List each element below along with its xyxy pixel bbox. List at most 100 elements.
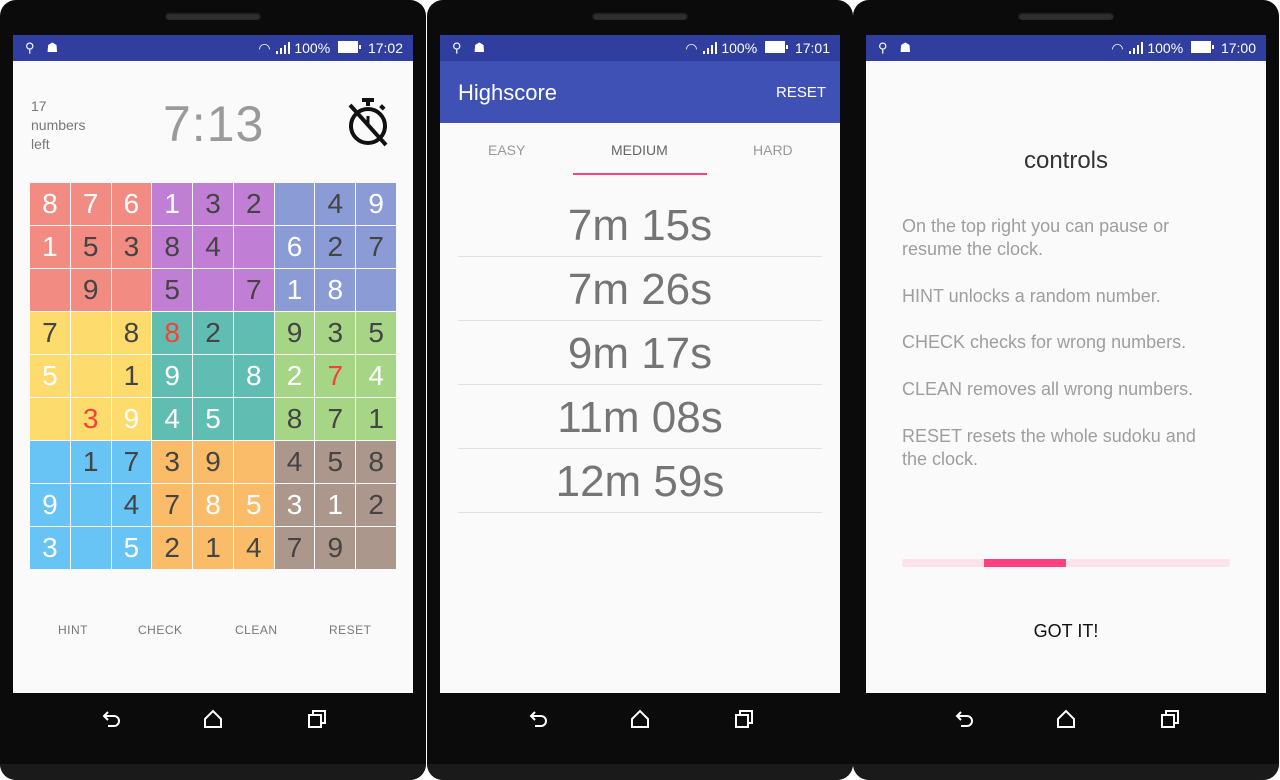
sudoku-cell[interactable]: 7 — [233, 269, 274, 311]
sudoku-cell[interactable] — [233, 398, 274, 440]
sudoku-cell[interactable]: 9 — [356, 183, 396, 225]
sudoku-cell[interactable]: 5 — [315, 441, 356, 483]
sudoku-cell[interactable] — [233, 226, 274, 268]
home-icon[interactable] — [1054, 707, 1078, 731]
sudoku-cell[interactable]: 9 — [30, 484, 70, 526]
sudoku-cell[interactable]: 1 — [193, 527, 233, 569]
sudoku-cell[interactable]: 2 — [274, 355, 315, 397]
sudoku-cell[interactable]: 9 — [70, 269, 111, 311]
sudoku-cell[interactable] — [30, 269, 70, 311]
sudoku-cell[interactable] — [30, 398, 70, 440]
sudoku-cell[interactable]: 6 — [274, 226, 315, 268]
back-icon[interactable] — [526, 707, 550, 731]
hint-button[interactable]: HINT — [58, 623, 88, 637]
sudoku-cell[interactable]: 1 — [111, 355, 152, 397]
sudoku-cell[interactable]: 8 — [274, 398, 315, 440]
sudoku-cell[interactable]: 2 — [233, 183, 274, 225]
sudoku-cell[interactable]: 8 — [193, 484, 233, 526]
tab-easy[interactable]: EASY — [488, 142, 525, 158]
sudoku-cell[interactable]: 8 — [152, 312, 193, 354]
got-it-button[interactable]: GOT IT! — [866, 621, 1266, 642]
sudoku-cell[interactable]: 5 — [233, 484, 274, 526]
sudoku-cell[interactable]: 7 — [274, 527, 315, 569]
back-icon[interactable] — [99, 707, 123, 731]
sudoku-cell[interactable] — [30, 441, 70, 483]
sudoku-cell[interactable]: 9 — [193, 441, 233, 483]
sudoku-cell[interactable]: 1 — [30, 226, 70, 268]
sudoku-cell[interactable]: 3 — [152, 441, 193, 483]
sudoku-cell[interactable]: 2 — [193, 312, 233, 354]
sudoku-cell[interactable] — [70, 312, 111, 354]
sudoku-cell[interactable]: 1 — [315, 484, 356, 526]
sudoku-cell[interactable]: 7 — [30, 312, 70, 354]
recents-icon[interactable] — [1158, 707, 1182, 731]
sudoku-cell[interactable]: 2 — [356, 484, 396, 526]
sudoku-cell[interactable]: 2 — [315, 226, 356, 268]
sudoku-cell[interactable]: 5 — [30, 355, 70, 397]
sudoku-cell[interactable]: 7 — [152, 484, 193, 526]
sudoku-cell[interactable]: 5 — [70, 226, 111, 268]
sudoku-cell[interactable]: 4 — [193, 226, 233, 268]
sudoku-cell[interactable]: 8 — [356, 441, 396, 483]
sudoku-cell[interactable]: 9 — [111, 398, 152, 440]
sudoku-cell[interactable]: 7 — [315, 355, 356, 397]
sudoku-cell[interactable] — [274, 183, 315, 225]
sudoku-cell[interactable]: 8 — [111, 312, 152, 354]
sudoku-cell[interactable]: 9 — [152, 355, 193, 397]
sudoku-cell[interactable]: 7 — [356, 226, 396, 268]
sudoku-cell[interactable]: 4 — [274, 441, 315, 483]
sudoku-cell[interactable]: 4 — [111, 484, 152, 526]
sudoku-cell[interactable] — [193, 355, 233, 397]
sudoku-cell[interactable] — [111, 269, 152, 311]
sudoku-cell[interactable]: 7 — [111, 441, 152, 483]
sudoku-cell[interactable] — [70, 355, 111, 397]
sudoku-cell[interactable]: 4 — [356, 355, 396, 397]
sudoku-cell[interactable]: 4 — [315, 183, 356, 225]
sudoku-cell[interactable]: 2 — [152, 527, 193, 569]
sudoku-cell[interactable]: 1 — [274, 269, 315, 311]
sudoku-cell[interactable] — [356, 527, 396, 569]
sudoku-cell[interactable] — [70, 484, 111, 526]
recents-icon[interactable] — [732, 707, 756, 731]
sudoku-cell[interactable] — [70, 527, 111, 569]
home-icon[interactable] — [628, 707, 652, 731]
pause-clock-icon[interactable] — [346, 97, 390, 147]
sudoku-cell[interactable]: 3 — [193, 183, 233, 225]
sudoku-cell[interactable] — [193, 269, 233, 311]
sudoku-cell[interactable]: 1 — [70, 441, 111, 483]
sudoku-cell[interactable] — [233, 441, 274, 483]
sudoku-cell[interactable]: 8 — [30, 183, 70, 225]
sudoku-cell[interactable]: 5 — [193, 398, 233, 440]
sudoku-cell[interactable]: 7 — [315, 398, 356, 440]
tab-medium[interactable]: MEDIUM — [611, 142, 668, 158]
sudoku-cell[interactable]: 5 — [111, 527, 152, 569]
sudoku-cell[interactable]: 3 — [30, 527, 70, 569]
sudoku-cell[interactable]: 1 — [152, 183, 193, 225]
sudoku-cell[interactable]: 3 — [70, 398, 111, 440]
sudoku-cell[interactable]: 7 — [70, 183, 111, 225]
clean-button[interactable]: CLEAN — [235, 623, 278, 637]
reset-button[interactable]: RESET — [329, 623, 372, 637]
tab-hard[interactable]: HARD — [753, 142, 793, 158]
sudoku-cell[interactable]: 8 — [233, 355, 274, 397]
back-icon[interactable] — [952, 707, 976, 731]
home-icon[interactable] — [201, 707, 225, 731]
sudoku-cell[interactable]: 6 — [111, 183, 152, 225]
sudoku-cell[interactable]: 3 — [315, 312, 356, 354]
sudoku-cell[interactable]: 4 — [233, 527, 274, 569]
sudoku-cell[interactable]: 9 — [315, 527, 356, 569]
recents-icon[interactable] — [305, 707, 329, 731]
reset-highscore-button[interactable]: RESET — [776, 84, 826, 101]
sudoku-cell[interactable]: 5 — [356, 312, 396, 354]
sudoku-cell[interactable]: 8 — [315, 269, 356, 311]
sudoku-cell[interactable]: 3 — [274, 484, 315, 526]
check-button[interactable]: CHECK — [138, 623, 183, 637]
sudoku-cell[interactable]: 3 — [111, 226, 152, 268]
sudoku-cell[interactable]: 5 — [152, 269, 193, 311]
sudoku-cell[interactable]: 1 — [356, 398, 396, 440]
sudoku-cell[interactable]: 8 — [152, 226, 193, 268]
sudoku-cell[interactable]: 9 — [274, 312, 315, 354]
sudoku-cell[interactable] — [356, 269, 396, 311]
sudoku-cell[interactable] — [233, 312, 274, 354]
sudoku-cell[interactable]: 4 — [152, 398, 193, 440]
